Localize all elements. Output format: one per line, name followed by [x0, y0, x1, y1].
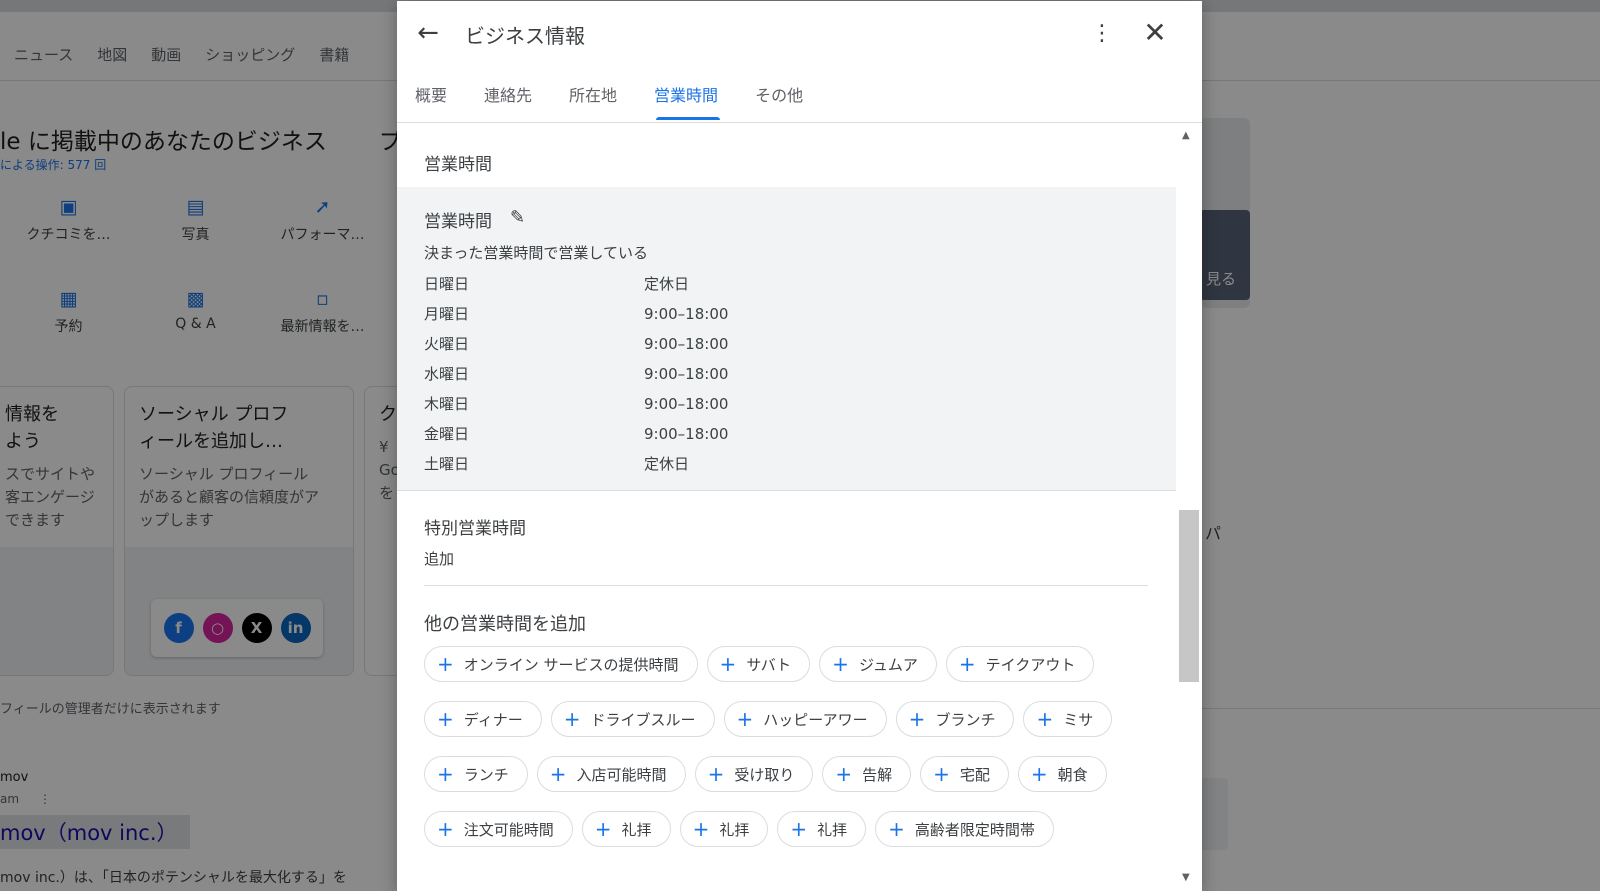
plus-icon: + [719, 652, 737, 676]
hours-row: 木曜日 9:00–18:00 [424, 393, 728, 414]
plus-icon: + [437, 762, 454, 786]
dialog-title: ビジネス情報 [465, 24, 585, 48]
hours-row: 日曜日 定休日 [424, 273, 689, 294]
plus-icon: + [437, 817, 454, 841]
plus-icon: + [908, 707, 926, 731]
hours-time: 9:00–18:00 [644, 425, 729, 443]
tab-overview[interactable]: 概要 [415, 82, 447, 118]
special-hours-title: 特別営業時間 [424, 519, 526, 539]
chip-sabbath[interactable]: + サバト [706, 646, 811, 682]
close-icon[interactable]: ✕ [1139, 17, 1171, 49]
chip-takeout[interactable]: + テイクアウト [945, 646, 1095, 682]
plus-icon: + [835, 762, 853, 786]
chip-order-hours[interactable]: + 注文可能時間 [424, 811, 573, 847]
other-hours-title: 他の営業時間を追加 [424, 614, 586, 635]
chip-brunch[interactable]: + ブランチ [895, 701, 1015, 737]
section-title: 営業時間 [424, 155, 492, 175]
plus-icon: + [832, 652, 849, 676]
scrollbar-thumb[interactable] [1179, 510, 1199, 682]
chip-worship-3[interactable]: + 礼拝 [777, 811, 867, 847]
chip-happy-hour[interactable]: + ハッピーアワー [723, 701, 887, 737]
hours-row: 月曜日 9:00–18:00 [424, 303, 728, 324]
hours-label: 営業時間 [424, 212, 492, 232]
plus-icon: + [692, 817, 710, 841]
dialog-tabs: 概要 連絡先 所在地 営業時間 その他 [415, 82, 840, 120]
plus-icon: + [707, 762, 725, 786]
hours-day: 土曜日 [424, 455, 470, 473]
plus-icon: + [933, 762, 950, 786]
hours-time: 9:00–18:00 [644, 335, 729, 353]
hours-row: 金曜日 9:00–18:00 [424, 423, 728, 444]
hours-row: 火曜日 9:00–18:00 [424, 333, 728, 354]
chip-dinner[interactable]: + ディナー [424, 701, 542, 737]
hours-description: 決まった営業時間で営業している [424, 244, 648, 262]
scroll-down-arrow-icon[interactable]: ▼ [1182, 872, 1190, 883]
chip-breakfast[interactable]: + 朝食 [1017, 756, 1107, 792]
chip-delivery[interactable]: + 宅配 [920, 756, 1009, 792]
chip-online-service[interactable]: + オンライン サービスの提供時間 [424, 646, 698, 682]
dialog-scrollbar[interactable]: ▲ ▼ [1176, 124, 1202, 891]
hours-row: 土曜日 定休日 [424, 453, 689, 474]
plus-icon: + [437, 652, 454, 676]
dialog-body: 営業時間 営業時間 ✎ 決まった営業時間で営業している 日曜日 定休日 月曜日 9:… [397, 124, 1176, 891]
plus-icon: + [437, 707, 454, 731]
chip-jumuah[interactable]: + ジュムア [819, 646, 937, 682]
hours-day: 日曜日 [424, 275, 470, 293]
section-divider [424, 585, 1148, 586]
more-vert-icon[interactable]: ⋮ [1090, 19, 1114, 49]
chip-row: + ランチ + 入店可能時間 + 受け取り + 告解 + 宅配 + 朝食 [424, 756, 1107, 792]
business-info-dialog: ← ビジネス情報 ⋮ ✕ 概要 連絡先 所在地 営業時間 その他 営業時間 営業… [397, 1, 1202, 891]
chip-lunch[interactable]: + ランチ [424, 756, 528, 792]
tab-contact[interactable]: 連絡先 [484, 82, 532, 118]
special-hours-add[interactable]: 追加 [424, 548, 454, 569]
chip-mass[interactable]: + ミサ [1023, 701, 1113, 737]
hours-day: 火曜日 [424, 335, 470, 353]
chip-confession[interactable]: + 告解 [822, 756, 912, 792]
tab-more[interactable]: その他 [755, 82, 803, 118]
plus-icon: + [958, 652, 976, 676]
plus-icon: + [563, 707, 581, 731]
hours-time: 9:00–18:00 [644, 395, 729, 413]
plus-icon: + [1036, 707, 1054, 731]
plus-icon: + [888, 817, 905, 841]
hours-day: 木曜日 [424, 395, 470, 413]
chip-senior-hours[interactable]: + 高齢者限定時間帯 [875, 811, 1054, 847]
chip-worship-2[interactable]: + 礼拝 [679, 811, 769, 847]
chip-pickup[interactable]: + 受け取り [694, 756, 814, 792]
back-arrow-icon[interactable]: ← [413, 19, 443, 49]
plus-icon: + [736, 707, 754, 731]
hours-time: 定休日 [644, 455, 690, 473]
hours-time: 定休日 [644, 275, 690, 293]
tab-location[interactable]: 所在地 [569, 82, 617, 118]
chip-row: + 注文可能時間 + 礼拝 + 礼拝 + 礼拝 + 高齢者限定時間帯 [424, 811, 1054, 847]
dialog-header: ← ビジネス情報 ⋮ ✕ 概要 連絡先 所在地 営業時間 その他 [397, 1, 1202, 123]
scroll-up-arrow-icon[interactable]: ▲ [1182, 130, 1190, 141]
plus-icon: + [790, 817, 808, 841]
chip-entry-hours[interactable]: + 入店可能時間 [536, 756, 686, 792]
plus-icon: + [594, 817, 612, 841]
plus-icon: + [549, 762, 567, 786]
hours-row: 水曜日 9:00–18:00 [424, 363, 728, 384]
tab-hours[interactable]: 営業時間 [654, 82, 721, 120]
hours-time: 9:00–18:00 [644, 365, 729, 383]
hours-time: 9:00–18:00 [644, 305, 729, 323]
edit-pencil-icon[interactable]: ✎ [510, 207, 525, 228]
hours-day: 水曜日 [424, 365, 470, 383]
chip-drive-through[interactable]: + ドライブスルー [550, 701, 715, 737]
chip-worship-1[interactable]: + 礼拝 [581, 811, 671, 847]
plus-icon: + [1030, 762, 1048, 786]
hours-day: 月曜日 [424, 305, 470, 323]
chip-row: + オンライン サービスの提供時間 + サバト + ジュムア + テイクアウト [424, 646, 1095, 682]
hours-panel[interactable]: 営業時間 ✎ 決まった営業時間で営業している 日曜日 定休日 月曜日 9:00–18… [397, 187, 1176, 491]
chip-row: + ディナー + ドライブスルー + ハッピーアワー + ブランチ + ミサ [424, 701, 1113, 737]
hours-day: 金曜日 [424, 425, 470, 443]
